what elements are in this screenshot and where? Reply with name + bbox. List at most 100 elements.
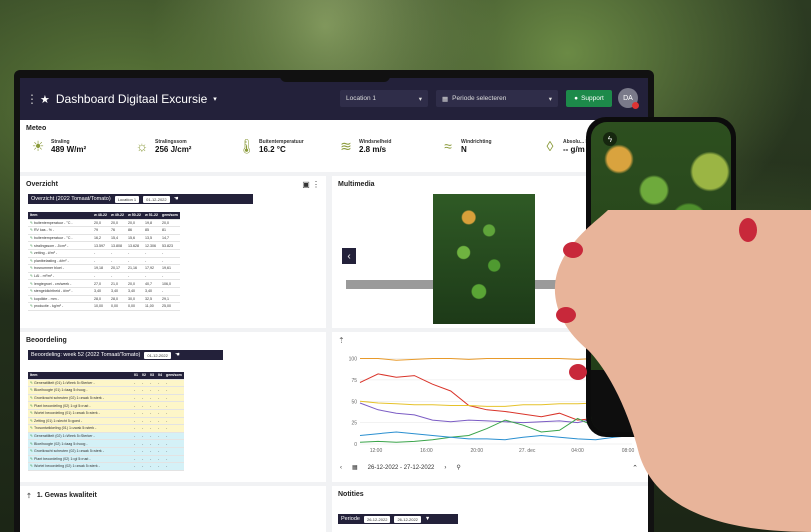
col-header: Item bbox=[28, 372, 132, 380]
dashboard-title: Dashboard Digitaal Excursie bbox=[55, 92, 208, 106]
row-label: ✎ stengeldichtheid - #/m² - bbox=[28, 287, 92, 296]
notification-dot bbox=[632, 102, 639, 109]
row-value: 3,40 bbox=[143, 287, 160, 296]
row-value: 20,17 bbox=[109, 264, 126, 273]
overzicht-date-input[interactable]: 01-12-2022 bbox=[143, 195, 170, 203]
row-value: - bbox=[156, 439, 164, 448]
row-value: - bbox=[148, 439, 156, 448]
overzicht-toolbar: Overzicht (2022 Tomaat/Tomato) Location … bbox=[28, 194, 253, 204]
row-value: - bbox=[156, 417, 164, 426]
row-value: 27,0 bbox=[92, 279, 109, 288]
page-title[interactable]: ★ Dashboard Digitaal Excursie ▾ bbox=[40, 92, 217, 106]
notities-to-input[interactable]: 26-12-2022 bbox=[394, 515, 421, 523]
row-label-text: Plant beoordeling (02) 1=gl 5=rust - bbox=[34, 456, 91, 461]
row-value: - bbox=[148, 424, 156, 433]
location-select[interactable]: Location 1 ▾ bbox=[340, 90, 428, 107]
table-row: ✎ LAI - m²/m² ------ bbox=[28, 272, 180, 281]
filter-icon[interactable]: ▼ bbox=[425, 516, 430, 522]
thermometer-icon: 🌡 bbox=[238, 138, 256, 154]
row-label-text: trosnummer bloei - bbox=[34, 266, 64, 271]
panel-actions-icon[interactable]: ▣ ⋮ bbox=[302, 180, 320, 189]
row-label: ✎ Plant beoordeling (02) 1=gl 5=rust - bbox=[28, 401, 132, 410]
chevron-down-icon: ▾ bbox=[418, 95, 422, 103]
hand-pointer-icon[interactable]: ☚ bbox=[175, 352, 180, 358]
table-row: ✎ Trosontwikkeling (01) 1=zwak 5=sterk -… bbox=[28, 424, 184, 433]
row-value: - bbox=[140, 424, 148, 433]
row-label-text: RV kas - % - bbox=[34, 228, 55, 233]
col-header: gem/som bbox=[164, 372, 184, 380]
chevron-down-icon: ▾ bbox=[548, 95, 552, 103]
pin-icon[interactable]: ⇡ bbox=[26, 492, 32, 500]
row-label: ✎ Groeikracht scheuten (02) 1=zwak 5=ste… bbox=[28, 447, 132, 456]
row-value: 0,00 bbox=[126, 302, 143, 311]
chart-range: 26-12-2022 - 27-12-2022 bbox=[367, 464, 435, 471]
row-value: 19,8 bbox=[143, 219, 160, 228]
row-value: - bbox=[156, 386, 164, 395]
col-header: w 48-22 bbox=[92, 212, 109, 220]
meteo-item-buitentemperatuur: 🌡 Buitentemperatuur 16.2 °C bbox=[238, 138, 304, 154]
support-button[interactable]: ● Support bbox=[566, 90, 612, 107]
row-value: - bbox=[156, 424, 164, 433]
row-value: - bbox=[148, 379, 156, 388]
link-icon[interactable]: ⚲ bbox=[456, 464, 460, 471]
row-label-text: stengeldichtheid - #/m² - bbox=[34, 289, 73, 294]
row-value: - bbox=[148, 394, 156, 403]
row-value: 13.628 bbox=[126, 241, 143, 250]
period-select[interactable]: ▦ Periode selecteren ▾ bbox=[436, 90, 558, 107]
avatar[interactable]: DA bbox=[618, 88, 639, 109]
meteo-item-windsnelheid: ≋ Windsnelheid 2.8 m/s bbox=[338, 138, 391, 155]
row-value: - bbox=[148, 432, 156, 441]
row-label: ✎ Wortel beoordeling (01) 1=zwak 5=sterk… bbox=[28, 409, 132, 418]
row-label: ✎ Plant beoordeling (02) 1=gl 5=rust - bbox=[28, 455, 132, 464]
meteo-title: Meteo bbox=[26, 125, 47, 132]
row-value: - bbox=[109, 249, 126, 258]
flash-icon[interactable]: ϟ bbox=[603, 132, 617, 146]
row-value: - bbox=[143, 272, 160, 281]
table-row: ✎ Generatiliteit (02) 1=Week 5=Sterker -… bbox=[28, 432, 184, 441]
row-value: - bbox=[164, 394, 184, 403]
row-label: ✎ Generatiliteit (01) 1=Week 5=Sterker - bbox=[28, 379, 132, 388]
row-value: - bbox=[143, 249, 160, 258]
hand-pointer-icon[interactable]: ☚ bbox=[174, 196, 179, 202]
sun-icon: ☀ bbox=[31, 138, 45, 154]
row-value: - bbox=[140, 417, 148, 426]
table-row: ✎ Zetting (01) 1=slecht 5=goed ------ bbox=[28, 417, 184, 426]
row-value: 17,92 bbox=[143, 264, 160, 273]
row-label: ✎ Generatiliteit (02) 1=Week 5=Sterker - bbox=[28, 432, 132, 441]
y-tick-label: 100 bbox=[349, 357, 358, 363]
row-value: - bbox=[126, 249, 143, 258]
row-value: - bbox=[132, 386, 140, 395]
table-row: ✎ lengtegroei - cm/week -27,0 21,0 20,0 40,… bbox=[28, 279, 180, 288]
y-tick-label: 75 bbox=[351, 378, 357, 384]
table-row: ✎ Wortel beoordeling (02) 1=zwak 5=sterk… bbox=[28, 462, 184, 471]
notities-from-input[interactable]: 26-12-2022 bbox=[363, 515, 391, 523]
menu-dots-icon[interactable]: ⋮ bbox=[26, 92, 40, 106]
row-value: - bbox=[132, 455, 140, 464]
table-row: ✎ buitentemperatuur - °C -20,0 20,0 20,0 19… bbox=[28, 219, 180, 228]
table-row: ✎ kopdikte - mm -28,0 28,0 30,0 32,5 29,1 bbox=[28, 295, 180, 304]
meteo-panel: Meteo ☀ Straling 489 W/m² ☼ Stralingssom 2… bbox=[20, 120, 648, 172]
row-label: ✎ Zetting (01) 1=slecht 5=goed - bbox=[28, 417, 132, 426]
x-tick-label: 27. dec bbox=[519, 448, 536, 454]
row-value: 11,00 bbox=[143, 302, 160, 311]
table-row: ✎ stengeldichtheid - #/m² -3,40 3,40 3,40 3… bbox=[28, 287, 180, 296]
drop-icon: ◊ bbox=[546, 138, 554, 154]
overzicht-location-select[interactable]: Location 1 bbox=[114, 195, 140, 203]
beoordeling-date-input[interactable]: 01-12-2022 bbox=[144, 351, 171, 359]
notities-toolbar: Periode 26-12-2022 26-12-2022 ▼ bbox=[338, 514, 458, 524]
x-tick-label: 20:00 bbox=[471, 448, 484, 454]
sun-sum-icon: ☼ bbox=[135, 138, 149, 154]
chevron-left-icon: ‹ bbox=[347, 250, 351, 262]
row-value: - bbox=[156, 462, 164, 471]
table-row: ✎ trosnummer bloei -19,18 20,17 21,16 17,92… bbox=[28, 264, 180, 273]
row-value: - bbox=[164, 455, 184, 464]
prev-media-button[interactable]: ‹ bbox=[342, 248, 356, 264]
row-label: ✎ trosnummer bloei - bbox=[28, 264, 92, 273]
chevron-right-icon[interactable]: › bbox=[444, 465, 446, 471]
chevron-left-icon[interactable]: ‹ bbox=[340, 465, 342, 471]
table-row: ✎ productie - kg/m² -10,00 0,00 0,00 11,00 2… bbox=[28, 302, 180, 311]
row-value: 76 bbox=[109, 226, 126, 235]
row-value: 106,0 bbox=[160, 279, 180, 288]
wind-direction-icon: ≈ bbox=[444, 138, 452, 154]
col-header: 01 bbox=[132, 372, 140, 380]
